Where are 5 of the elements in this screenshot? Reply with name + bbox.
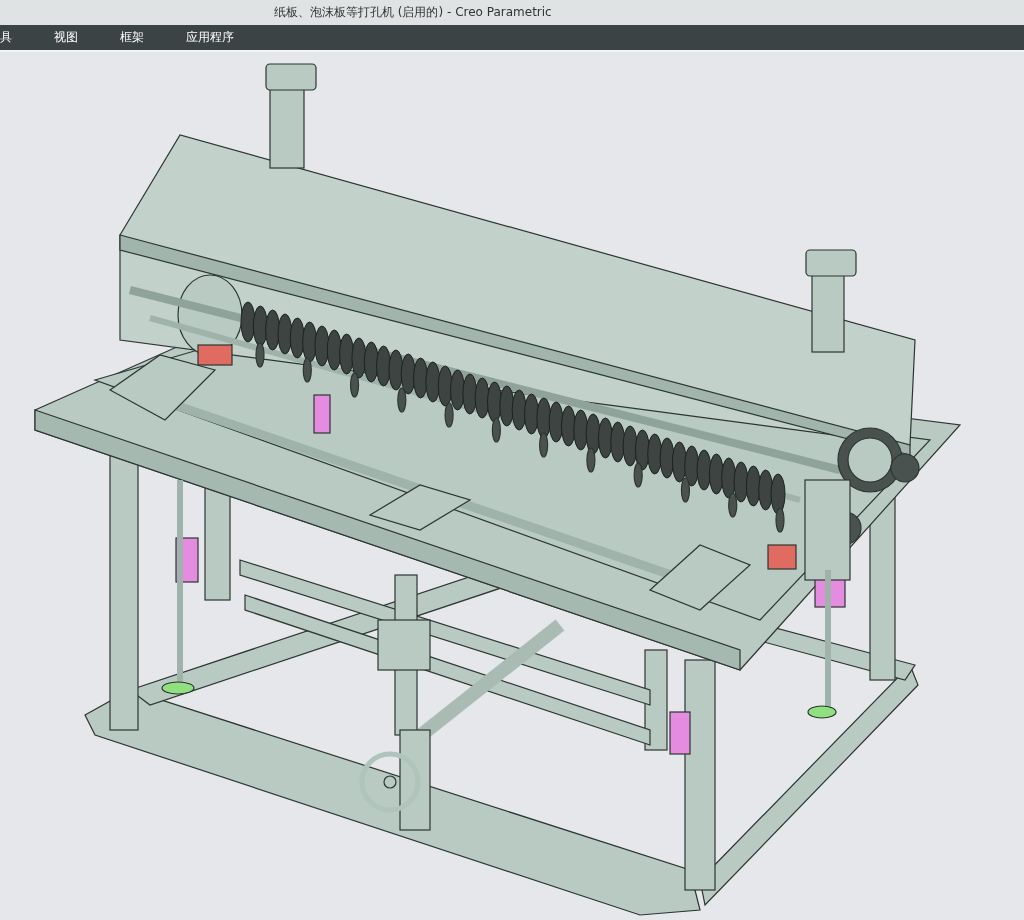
menu-item[interactable]: 具	[0, 29, 12, 46]
menu-item[interactable]: 视图	[54, 29, 78, 46]
menu-item[interactable]: 应用程序	[186, 29, 234, 46]
menu-item[interactable]: 框架	[120, 29, 144, 46]
window-title: 纸板、泡沫板等打孔机 (启用的) - Creo Parametric	[274, 4, 552, 21]
